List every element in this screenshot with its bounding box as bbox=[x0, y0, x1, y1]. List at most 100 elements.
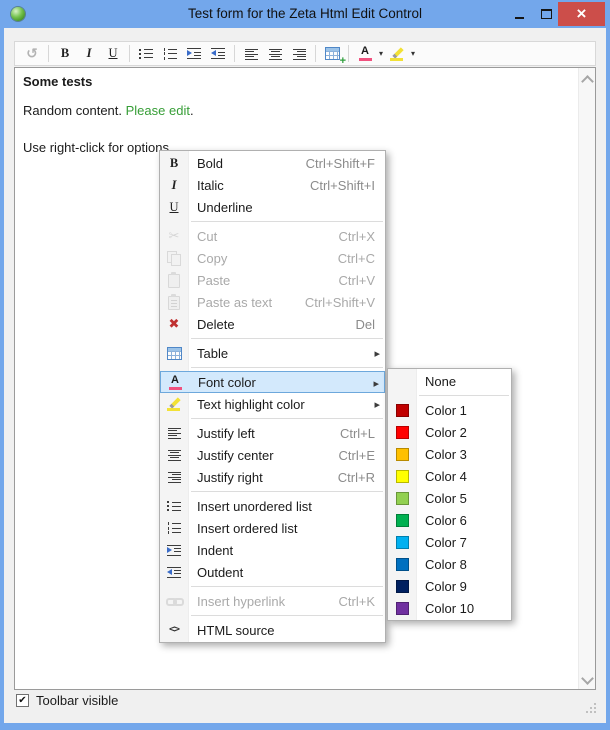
menu-item-text-highlight-color[interactable]: Text highlight color bbox=[160, 393, 385, 415]
menu-item-label: Underline bbox=[197, 199, 253, 215]
ordered-list-button[interactable] bbox=[158, 44, 182, 64]
menu-item-shortcut: Ctrl+Shift+V bbox=[304, 294, 375, 310]
scroll-up-icon[interactable] bbox=[581, 75, 594, 88]
window-border-left bbox=[0, 28, 4, 723]
menu-item-label: Copy bbox=[197, 250, 228, 266]
submenu-item-label: Color 7 bbox=[425, 534, 467, 550]
justify-center-button[interactable] bbox=[263, 44, 287, 64]
menu-item-html-source[interactable]: HTML source bbox=[160, 619, 385, 641]
close-button[interactable] bbox=[558, 2, 605, 26]
color-swatch bbox=[395, 425, 409, 439]
submenu-item-color-8[interactable]: Color 8 bbox=[388, 553, 511, 575]
outdent-button[interactable] bbox=[206, 44, 230, 64]
window-border-right bbox=[606, 28, 610, 723]
insert-table-button[interactable]: + bbox=[320, 44, 346, 67]
highlight-color-dropdown-caret-icon[interactable] bbox=[409, 44, 417, 64]
submenu-item-label: Color 6 bbox=[425, 512, 467, 528]
submenu-item-color-6[interactable]: Color 6 bbox=[388, 509, 511, 531]
menu-item-justify-left[interactable]: Justify left Ctrl+L bbox=[160, 422, 385, 444]
submenu-item-label: Color 9 bbox=[425, 578, 467, 594]
submenu-item-label: Color 4 bbox=[425, 468, 467, 484]
editor-heading: Some tests bbox=[23, 74, 93, 89]
justify-left-button[interactable] bbox=[239, 44, 263, 64]
menu-item-insert-ordered-list[interactable]: Insert ordered list bbox=[160, 517, 385, 539]
toolbar-visible-option[interactable]: Toolbar visible bbox=[16, 693, 118, 708]
indent-button[interactable] bbox=[182, 44, 206, 64]
menu-item-insert-hyperlink: Insert hyperlink Ctrl+K bbox=[160, 590, 385, 612]
menu-item-table[interactable]: Table bbox=[160, 342, 385, 364]
submenu-item-none[interactable]: None bbox=[388, 370, 511, 392]
font-color-button[interactable] bbox=[353, 44, 377, 64]
minimize-button[interactable] bbox=[506, 0, 532, 28]
justify-right-button[interactable] bbox=[287, 44, 311, 64]
menu-item-label: Insert hyperlink bbox=[197, 593, 286, 609]
menu-item-label: Delete bbox=[197, 316, 235, 332]
titlebar: Test form for the Zeta Html Edit Control bbox=[0, 0, 610, 28]
submenu-item-color-10[interactable]: Color 10 bbox=[388, 597, 511, 619]
submenu-item-color-5[interactable]: Color 5 bbox=[388, 487, 511, 509]
submenu-item-color-3[interactable]: Color 3 bbox=[388, 443, 511, 465]
undo-button[interactable] bbox=[20, 44, 44, 64]
color-swatch bbox=[395, 403, 409, 417]
editor-paragraph-1: Random content. Please edit. bbox=[23, 103, 194, 118]
menu-item-paste: Paste Ctrl+V bbox=[160, 269, 385, 291]
menu-item-bold[interactable]: Bold Ctrl+Shift+F bbox=[160, 152, 385, 174]
menu-item-outdent[interactable]: Outdent bbox=[160, 561, 385, 583]
menu-item-shortcut: Ctrl+K bbox=[338, 593, 375, 609]
submenu-item-label: Color 2 bbox=[425, 424, 467, 440]
submenu-arrow-icon bbox=[374, 393, 380, 415]
justify-left-icon bbox=[167, 427, 181, 439]
menu-item-label: Justify center bbox=[197, 447, 274, 463]
submenu-item-color-4[interactable]: Color 4 bbox=[388, 465, 511, 487]
menu-item-italic[interactable]: Italic Ctrl+Shift+I bbox=[160, 174, 385, 196]
menu-item-underline[interactable]: Underline bbox=[160, 196, 385, 218]
please-edit-link[interactable]: Please edit bbox=[126, 103, 190, 118]
menu-item-shortcut: Ctrl+Shift+I bbox=[309, 177, 375, 193]
submenu-arrow-icon bbox=[373, 372, 379, 394]
resize-grip[interactable] bbox=[585, 702, 596, 713]
color-swatch bbox=[395, 557, 409, 571]
paste-icon bbox=[166, 272, 182, 288]
justify-right-icon bbox=[292, 47, 306, 60]
menu-item-delete[interactable]: Delete Del bbox=[160, 313, 385, 335]
font-color-icon bbox=[167, 374, 183, 390]
menu-item-indent[interactable]: Indent bbox=[160, 539, 385, 561]
justify-left-icon bbox=[244, 47, 258, 60]
menu-separator bbox=[191, 367, 383, 368]
bold-button[interactable] bbox=[53, 44, 77, 64]
font-color-dropdown-caret-icon[interactable] bbox=[377, 44, 385, 64]
underline-button[interactable] bbox=[101, 44, 125, 64]
insert-table-icon bbox=[324, 47, 340, 60]
italic-icon bbox=[166, 177, 182, 193]
vertical-scrollbar[interactable] bbox=[578, 68, 595, 689]
submenu-item-label: Color 3 bbox=[425, 446, 467, 462]
menu-item-shortcut: Del bbox=[355, 316, 375, 332]
menu-item-justify-right[interactable]: Justify right Ctrl+R bbox=[160, 466, 385, 488]
highlight-color-button[interactable] bbox=[385, 44, 409, 64]
app-window: Test form for the Zeta Html Edit Control… bbox=[0, 0, 610, 730]
submenu-item-color-7[interactable]: Color 7 bbox=[388, 531, 511, 553]
italic-button[interactable] bbox=[77, 44, 101, 64]
toolbar-separator bbox=[48, 45, 49, 62]
table-icon bbox=[166, 346, 182, 360]
submenu-item-color-9[interactable]: Color 9 bbox=[388, 575, 511, 597]
menu-item-font-color[interactable]: Font color bbox=[160, 371, 385, 393]
toolbar-visible-checkbox[interactable] bbox=[16, 694, 29, 707]
toolbar-separator bbox=[348, 45, 349, 62]
menu-item-justify-center[interactable]: Justify center Ctrl+E bbox=[160, 444, 385, 466]
ordered-list-icon bbox=[163, 47, 177, 60]
menu-item-label: Text highlight color bbox=[197, 396, 305, 412]
toolbar-visible-label: Toolbar visible bbox=[36, 693, 119, 708]
unordered-list-button[interactable] bbox=[134, 44, 158, 64]
menu-item-shortcut: Ctrl+R bbox=[337, 469, 375, 485]
maximize-button[interactable] bbox=[534, 0, 558, 28]
menu-item-insert-unordered-list[interactable]: Insert unordered list bbox=[160, 495, 385, 517]
submenu-item-color-2[interactable]: Color 2 bbox=[388, 421, 511, 443]
submenu-item-color-1[interactable]: Color 1 bbox=[388, 399, 511, 421]
menu-item-shortcut: Ctrl+L bbox=[339, 425, 375, 441]
paste-text-icon bbox=[166, 294, 182, 310]
scroll-down-icon[interactable] bbox=[581, 672, 594, 685]
menu-item-label: Table bbox=[197, 345, 229, 361]
unordered-list-icon bbox=[139, 47, 153, 60]
menu-item-label: HTML source bbox=[197, 622, 275, 638]
